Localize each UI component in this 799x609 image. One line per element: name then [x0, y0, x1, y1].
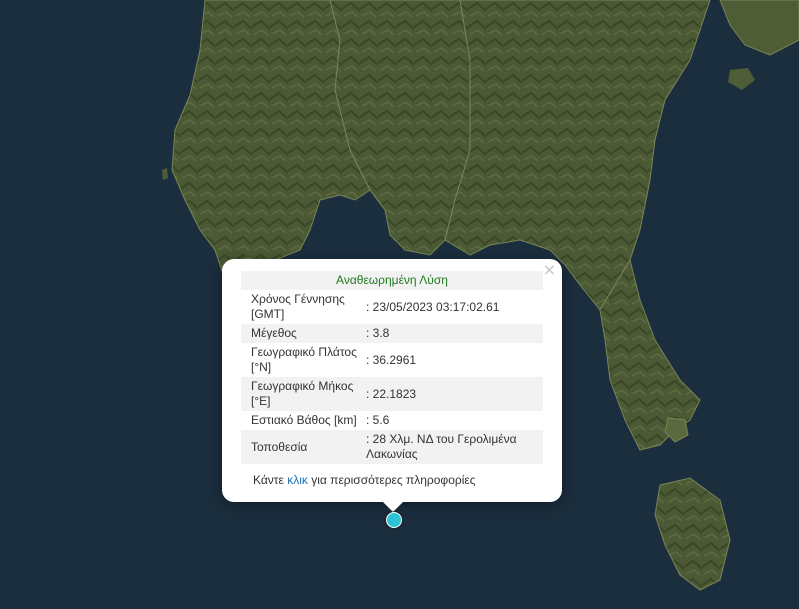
row-value: : 5.6 — [366, 413, 390, 427]
earthquake-marker[interactable] — [386, 512, 402, 528]
close-icon[interactable]: × — [543, 261, 556, 279]
row-value: : 28 Χλμ. ΝΔ του Γερολιμένα Λακωνίας — [363, 430, 543, 464]
more-info-suffix: για περισσότερες πληροφορίες — [307, 473, 476, 487]
table-row: Μέγεθος : 3.8 — [241, 324, 543, 343]
more-info-link[interactable]: κλικ — [287, 473, 308, 487]
row-label: Εστιακό Βάθος [km] — [251, 413, 357, 427]
row-label: Γεωγραφικό Πλάτος [°N] — [251, 345, 357, 374]
revised-solution-heading: Αναθεωρημένη Λύση — [241, 271, 543, 290]
earthquake-info-popup: × Αναθεωρημένη Λύση Χρόνος Γέννησης [GMT… — [222, 259, 562, 512]
row-value: : 22.1823 — [363, 377, 543, 411]
more-info-prefix: Κάντε — [253, 473, 288, 487]
row-value: : 3.8 — [363, 324, 543, 343]
popup-tip — [383, 502, 403, 512]
table-header-row: Αναθεωρημένη Λύση — [241, 271, 543, 290]
row-label: Μέγεθος — [241, 324, 363, 343]
more-info-line: Κάντε κλικ για περισσότερες πληροφορίες — [222, 473, 593, 487]
row-label: Τοποθεσία — [241, 430, 363, 464]
row-value: : 23/05/2023 03:17:02.61 — [366, 299, 500, 314]
row-label: Χρόνος Γέννησης [GMT] — [251, 292, 345, 321]
land-islet-west — [162, 168, 168, 180]
table-row: Γεωγραφικό Πλάτος [°N] : 36.2961 — [241, 343, 543, 377]
row-label: Γεωγραφικό Μήκος [°E] — [241, 377, 363, 411]
table-row: Εστιακό Βάθος [km] : 5.6 — [241, 411, 543, 430]
table-row: Γεωγραφικό Μήκος [°E] : 22.1823 — [241, 377, 543, 411]
table-row: Χρόνος Γέννησης [GMT] : 23/05/2023 03:17… — [241, 290, 543, 324]
earthquake-details-table: Αναθεωρημένη Λύση Χρόνος Γέννησης [GMT] … — [241, 271, 543, 464]
table-row: Τοποθεσία : 28 Χλμ. ΝΔ του Γερολιμένα Λα… — [241, 430, 543, 464]
row-value: : 36.2961 — [366, 352, 417, 367]
